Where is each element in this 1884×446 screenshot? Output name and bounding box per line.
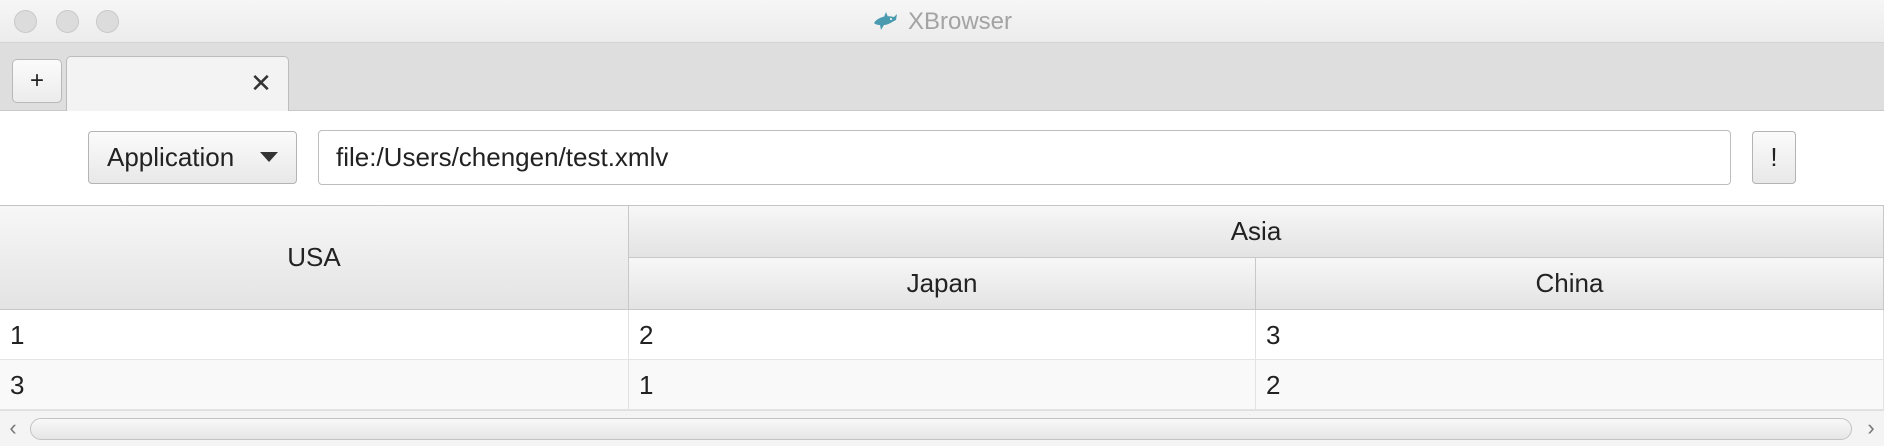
- close-tab-icon[interactable]: ✕: [248, 68, 274, 98]
- scrollbar-thumb[interactable]: [30, 418, 1852, 440]
- table-row[interactable]: 1 2 3: [0, 310, 1884, 360]
- xbrowser-window: XBrowser + ✕ Application ! USA Asia Japa…: [0, 0, 1884, 446]
- address-input[interactable]: [318, 130, 1731, 185]
- column-group-header-asia[interactable]: Asia: [629, 206, 1884, 258]
- horizontal-scrollbar[interactable]: ‹ ›: [0, 410, 1884, 446]
- go-button[interactable]: !: [1752, 131, 1796, 184]
- table-cell[interactable]: 2: [1256, 360, 1884, 410]
- table-cell[interactable]: 3: [0, 360, 629, 410]
- tab-strip: + ✕: [0, 43, 1884, 111]
- toolbar: Application !: [0, 111, 1884, 205]
- new-tab-button[interactable]: +: [12, 59, 62, 103]
- table-cell[interactable]: 3: [1256, 310, 1884, 360]
- column-header-china[interactable]: China: [1256, 258, 1884, 310]
- table-cell[interactable]: 1: [0, 310, 629, 360]
- scroll-right-icon[interactable]: ›: [1860, 415, 1882, 440]
- column-header-usa[interactable]: USA: [0, 206, 629, 310]
- scroll-left-icon[interactable]: ‹: [2, 415, 24, 440]
- mode-dropdown-value: Application: [107, 142, 235, 172]
- column-header-japan[interactable]: Japan: [629, 258, 1256, 310]
- mode-dropdown[interactable]: Application: [88, 131, 297, 184]
- window-title: XBrowser: [907, 7, 1013, 35]
- chevron-down-icon: [260, 152, 278, 162]
- title-bar: XBrowser: [0, 0, 1884, 43]
- table-row[interactable]: 3 1 2: [0, 360, 1884, 410]
- table-cell[interactable]: 2: [629, 310, 1256, 360]
- window-title-group: XBrowser: [0, 0, 1884, 43]
- shark-icon: [873, 11, 897, 30]
- tab-item[interactable]: ✕: [66, 56, 289, 111]
- table-cell[interactable]: 1: [629, 360, 1256, 410]
